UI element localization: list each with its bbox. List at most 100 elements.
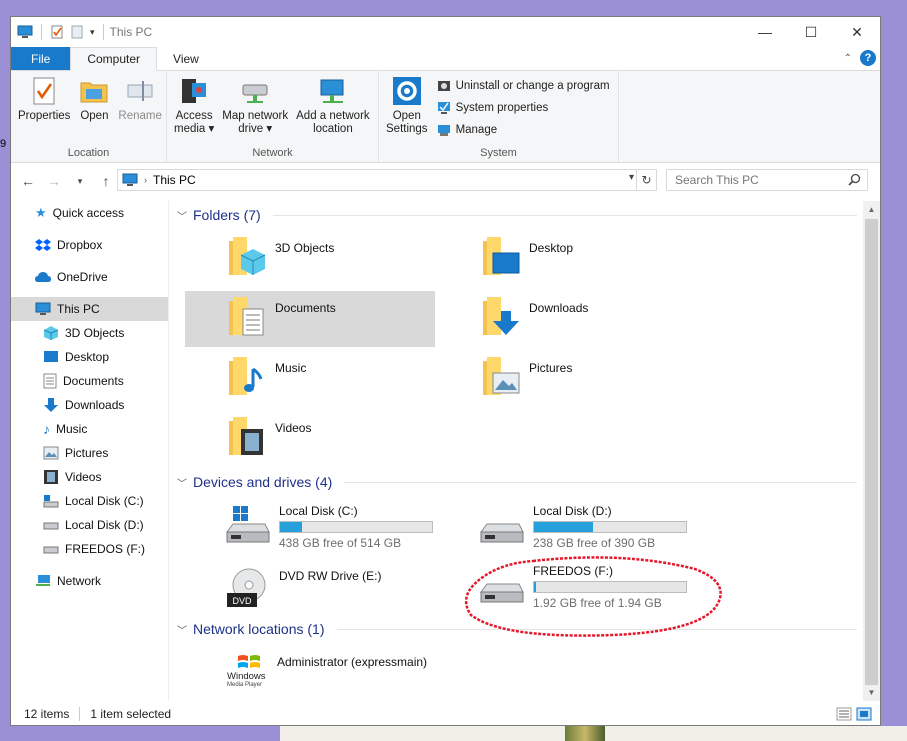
new-folder-quick-icon[interactable] [70,25,84,39]
manage-button[interactable]: Manage [437,121,610,139]
scrollbar-thumb[interactable] [865,219,878,685]
network-location-tile[interactable]: Windows Media Player Administrator (expr… [227,653,427,693]
map-network-drive-label-2: drive ▾ [238,123,273,135]
drive-icon [43,522,59,530]
network-location-name: Administrator (expressmain) [277,655,428,669]
system-properties-button[interactable]: System properties [437,99,610,117]
network-icon [36,575,50,586]
nav-documents[interactable]: Documents [11,369,168,393]
nav-this-pc[interactable]: This PC [11,297,168,321]
nav-desktop[interactable]: Desktop [11,345,168,369]
nav-local-disk-c[interactable]: Local Disk (C:) [11,489,168,513]
rename-label: Rename [118,110,162,122]
tab-file[interactable]: File [11,47,71,70]
this-pc-icon [122,173,138,186]
this-pc-icon [35,302,51,315]
drive-usage-bar [279,521,433,533]
section-header-devices[interactable]: ﹀ Devices and drives (4) [177,474,857,490]
recent-locations-chevron-icon[interactable]: ▾ [71,176,89,187]
drive-free-space: 1.92 GB free of 1.94 GB [533,596,662,610]
folder-tile-pictures[interactable]: Pictures [481,355,572,399]
minimize-button[interactable]: — [742,17,788,47]
breadcrumb-this-pc[interactable]: This PC [153,173,196,187]
nav-freedos-f[interactable]: FREEDOS (F:) [11,537,168,561]
drive-info: FREEDOS (F:) 1.92 GB free of 1.94 GB [533,562,687,610]
this-pc-icon [17,25,33,38]
map-network-drive-button[interactable]: Map network drive ▾ [219,75,291,144]
status-bar: 12 items 1 item selected [11,703,880,725]
downloads-folder-icon [483,297,519,335]
back-arrow-icon[interactable]: ← [19,173,37,189]
system-drive-icon [43,495,59,508]
desktop-folder-icon [483,237,520,275]
drive-tile-freedos-f[interactable]: FREEDOS (F:) 1.92 GB free of 1.94 GB [479,562,687,610]
nav-network[interactable]: Network [11,569,168,593]
drive-tile-local-disk-d[interactable]: Local Disk (D:) 238 GB free of 390 GB [479,502,687,550]
folder-tile-3d-objects[interactable]: 3D Objects [227,235,334,279]
nav-label: Network [57,574,102,588]
folder-tile-videos[interactable]: Videos [227,415,311,459]
window-title: This PC [109,25,153,39]
nav-local-disk-d[interactable]: Local Disk (D:) [11,513,168,537]
desktop-image-fragment [565,726,605,741]
folder-tile-music[interactable]: Music [227,355,306,399]
nav-downloads[interactable]: Downloads [11,393,168,417]
properties-quick-icon[interactable] [50,25,64,39]
section-header-folders[interactable]: ﹀ Folders (7) [177,207,857,223]
tab-computer[interactable]: Computer [70,47,158,71]
nav-videos[interactable]: Videos [11,465,168,489]
folder-tile-downloads[interactable]: Downloads [481,295,588,339]
section-divider [344,481,857,483]
documents-folder-icon [229,297,264,336]
folder-tile-desktop[interactable]: Desktop [481,235,573,279]
nav-music[interactable]: ♪ Music [11,417,168,441]
access-media-button[interactable]: Access media ▾ [171,75,217,144]
uninstall-program-button[interactable]: Uninstall or change a program [437,77,610,95]
close-button[interactable]: ✕ [834,17,880,47]
drive-usage-fill [534,582,536,592]
maximize-button[interactable]: ☐ [788,17,834,47]
access-media-label-2: media ▾ [174,123,215,135]
open-settings-button[interactable]: Open Settings [383,75,431,144]
ribbon: Properties Open Rename Location Access m… [11,71,880,163]
breadcrumb-separator: › [144,175,147,185]
drive-icon [480,583,524,603]
up-arrow-icon[interactable]: ↑ [97,173,115,189]
scroll-up-arrow-icon[interactable]: ▲ [863,201,880,218]
nav-onedrive[interactable]: OneDrive [11,265,168,289]
nav-pictures[interactable]: Pictures [11,441,168,465]
refresh-icon[interactable]: ↻ [637,169,657,191]
help-icon[interactable]: ? [860,50,876,66]
search-input[interactable]: Search This PC [666,169,868,191]
add-network-location-button[interactable]: Add a network location [293,75,373,144]
folder-tile-documents[interactable]: Documents [185,291,435,347]
pictures-folder-icon [483,357,520,395]
open-folder-icon [80,82,108,103]
open-button[interactable]: Open [75,75,113,144]
drive-tile-local-disk-c[interactable]: Local Disk (C:) 438 GB free of 514 GB [225,502,433,550]
details-view-icon[interactable] [836,707,852,721]
nav-3d-objects[interactable]: 3D Objects [11,321,168,345]
section-header-network-locations[interactable]: ﹀ Network locations (1) [177,621,857,637]
customize-qat-chevron-icon[interactable]: ▾ [90,27,95,38]
large-icons-view-icon[interactable] [856,707,872,721]
ribbon-right-controls: ⌃ ? [844,50,876,66]
tab-view[interactable]: View [157,47,215,70]
nav-dropbox[interactable]: Dropbox [11,233,168,257]
address-history-chevron-icon[interactable]: ▾ [629,172,634,183]
properties-button[interactable]: Properties [15,75,73,144]
collapse-ribbon-chevron-icon[interactable]: ⌃ [844,53,852,64]
rename-button[interactable]: Rename [115,75,164,144]
scroll-down-arrow-icon[interactable]: ▼ [863,684,880,701]
forward-arrow-icon[interactable]: → [45,173,63,189]
uninstall-program-label: Uninstall or change a program [455,80,610,92]
access-media-icon [182,79,207,103]
drive-tile-dvd-rw-e[interactable]: DVD DVD RW Drive (E:) [225,567,381,611]
navigation-pane: ★ Quick access Dropbox OneDrive This PC … [11,201,169,701]
vertical-scrollbar[interactable]: ▲ ▼ [863,201,880,701]
music-note-icon: ♪ [43,421,50,437]
group-label-system: System [480,147,517,159]
address-bar[interactable]: › This PC ▾ [117,169,637,191]
nav-quick-access[interactable]: ★ Quick access [11,201,168,225]
